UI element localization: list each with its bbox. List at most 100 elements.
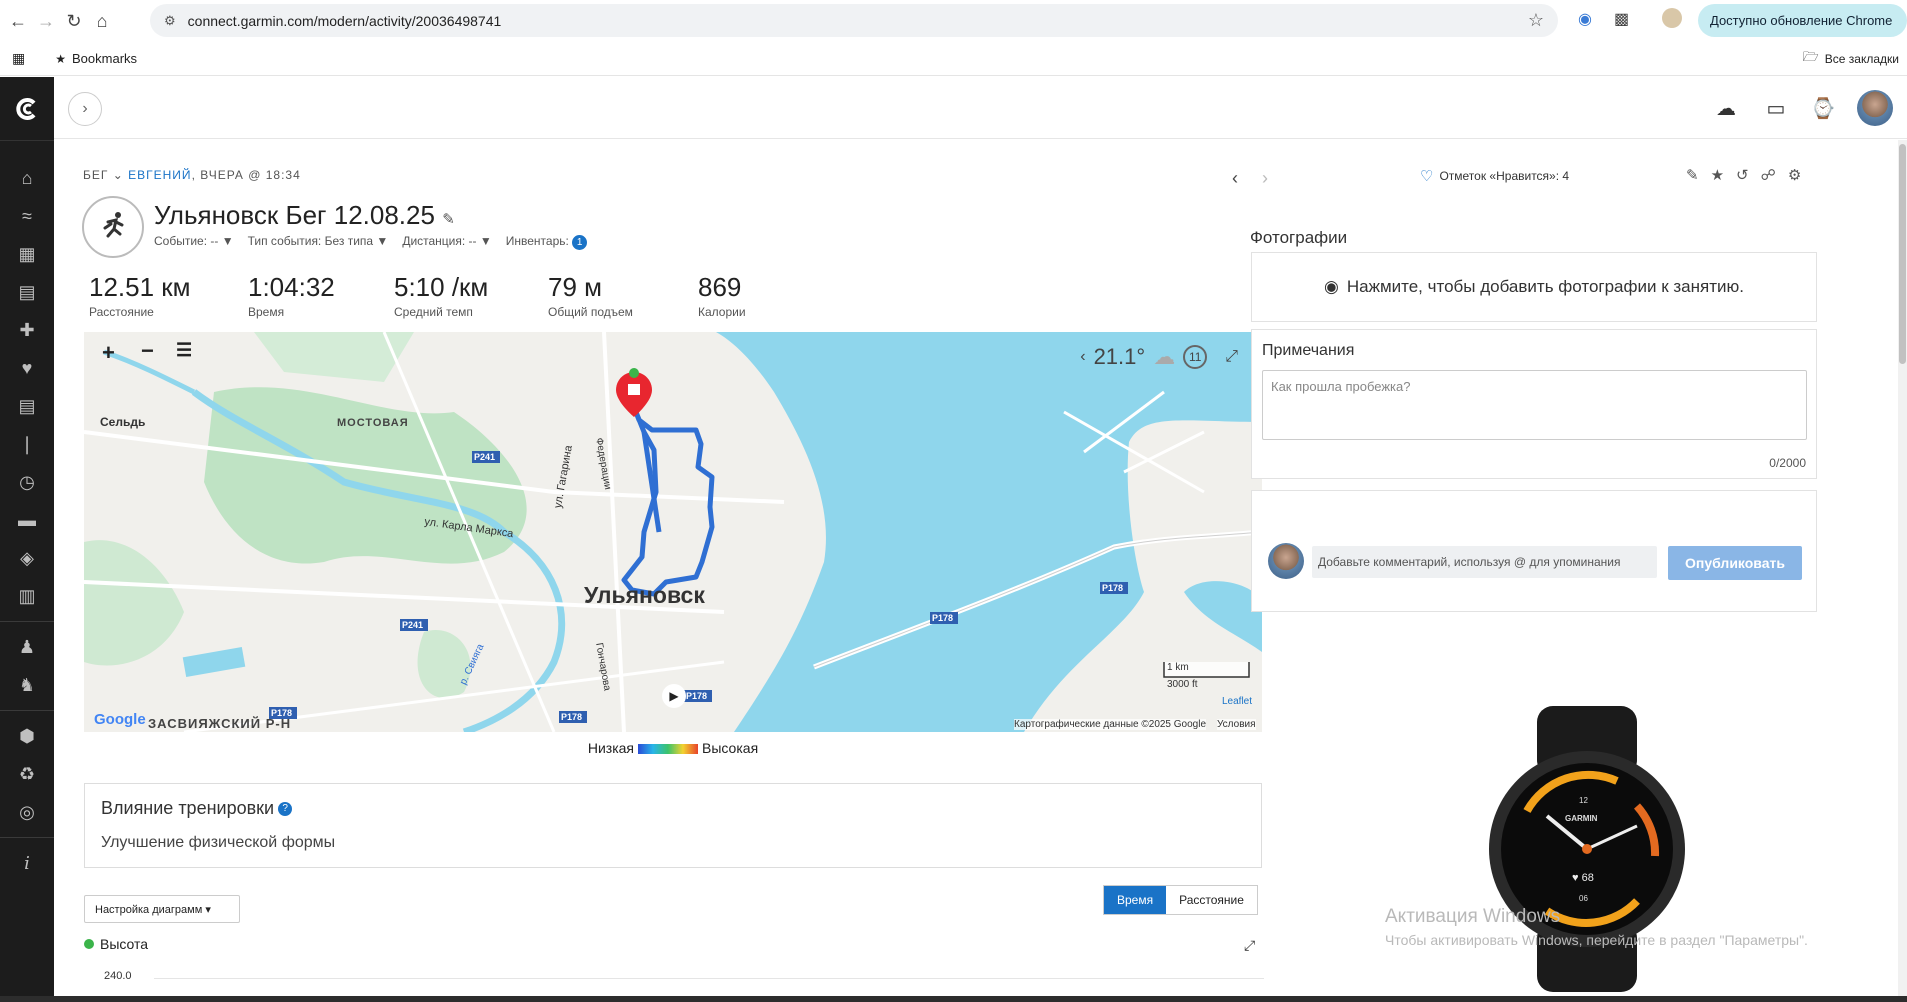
weather-widget[interactable]: ‹ 21.1° ☁ 11 ⤢ xyxy=(1080,342,1238,372)
settings-gear-icon[interactable]: ⚙ xyxy=(1788,166,1801,184)
breadcrumb: БЕГ ⌄ ЕВГЕНИЙ, ВЧЕРА @ 18:34 xyxy=(83,168,301,182)
garmin-connect-logo[interactable] xyxy=(0,77,54,141)
app-header: › ☁ ▭ ⌚ xyxy=(54,77,1907,139)
stat-label: Средний темп xyxy=(394,305,473,319)
help-icon[interactable]: ? xyxy=(278,802,293,817)
leaflet-link[interactable]: Leaflet xyxy=(1222,696,1252,707)
expand-chart-icon[interactable]: ⤢ xyxy=(1244,937,1255,954)
privacy-lock-icon[interactable]: ☍ xyxy=(1761,166,1776,184)
windows-activation-watermark: Активация Windows Чтобы активировать Win… xyxy=(1385,906,1808,948)
device-watch-icon[interactable]: ⌚ xyxy=(1810,95,1836,121)
insights-nav-icon[interactable]: ◈ xyxy=(0,539,54,577)
comment-avatar xyxy=(1268,543,1304,579)
edit-title-icon[interactable]: ✎ xyxy=(442,211,455,228)
activities-nav-icon[interactable]: ≈ xyxy=(0,197,54,235)
connections-nav-icon[interactable]: ♟ xyxy=(0,628,54,666)
zoom-out-button[interactable]: − xyxy=(141,338,154,364)
gear-shoe-nav-icon[interactable]: ▬ xyxy=(0,501,54,539)
legend-gradient xyxy=(638,744,698,755)
stat-value: 12.51 км xyxy=(89,272,191,302)
likes-counter[interactable]: ♡ Отметок «Нравится»: 4 xyxy=(1420,167,1569,185)
home-nav-icon[interactable]: ⌂ xyxy=(0,159,54,197)
stats-nav-icon[interactable]: ▤ xyxy=(0,387,54,425)
extensions-puzzle-icon[interactable]: ▩ xyxy=(1614,9,1629,29)
training-effect-panel: Влияние тренировки? Улучшение физической… xyxy=(84,783,1262,868)
comment-input[interactable]: Добавьте комментарий, используя @ для уп… xyxy=(1312,546,1657,578)
bookmark-star-icon[interactable]: ☆ xyxy=(1528,10,1544,31)
gear-label[interactable]: Инвентарь: 1 xyxy=(506,234,588,250)
gear-count-badge: 1 xyxy=(572,235,588,250)
site-info-icon[interactable]: ⚙ xyxy=(164,13,176,29)
zoom-in-button[interactable]: + xyxy=(102,340,115,366)
activity-type-crumb[interactable]: БЕГ xyxy=(83,168,108,182)
course-dropdown[interactable]: Дистанция: -- ▼ xyxy=(402,234,491,250)
address-bar[interactable]: ⚙ connect.garmin.com/modern/activity/200… xyxy=(150,4,1558,37)
back-icon[interactable]: ← xyxy=(4,7,32,35)
news-nav-icon[interactable]: ▤ xyxy=(0,273,54,311)
y-tick: 240.0 xyxy=(104,970,132,982)
map-attribution: Картографические данные ©2025 Google xyxy=(1014,719,1207,730)
share-icon[interactable]: ↺ xyxy=(1736,166,1749,184)
chrome-update-button[interactable]: Доступно обновление Chrome xyxy=(1698,4,1907,37)
prev-activity-icon[interactable]: ‹ xyxy=(1232,168,1238,189)
health-nav-icon[interactable]: ♥ xyxy=(0,349,54,387)
publish-button[interactable]: Опубликовать xyxy=(1668,546,1802,580)
stat-label: Общий подъем xyxy=(548,305,633,319)
activation-line2: Чтобы активировать Windows, перейдите в … xyxy=(1385,932,1808,948)
groups-nav-icon[interactable]: ♞ xyxy=(0,666,54,704)
stat-label: Калории xyxy=(698,305,746,319)
chart-settings-dropdown[interactable]: Настройка диаграмм ▾ xyxy=(84,895,240,923)
weather-collapse-icon[interactable]: ‹ xyxy=(1080,348,1085,366)
road-shield: P178 xyxy=(686,691,708,701)
browser-toolbar: ← → ↻ ⌂ ⚙ connect.garmin.com/modern/acti… xyxy=(0,0,1907,42)
fullscreen-icon[interactable]: ⤢ xyxy=(1225,348,1238,366)
home-icon[interactable]: ⌂ xyxy=(88,7,116,35)
extension-icon[interactable]: ◉ xyxy=(1578,9,1592,29)
all-bookmarks-link[interactable]: Все закладки xyxy=(1825,52,1899,66)
reload-icon[interactable]: ↻ xyxy=(60,7,88,35)
profile-icon[interactable] xyxy=(1662,8,1682,28)
timer-nav-icon[interactable]: ◷ xyxy=(0,463,54,501)
reports-nav-icon[interactable]: ▥ xyxy=(0,577,54,615)
city-label: Ульяновск xyxy=(584,582,705,608)
calendar-nav-icon[interactable]: ▦ xyxy=(0,235,54,273)
add-photos-button[interactable]: ◉ Нажмите, чтобы добавить фотографии к за… xyxy=(1251,252,1817,322)
info-nav-icon[interactable]: i xyxy=(0,844,54,882)
next-activity-icon[interactable]: › xyxy=(1262,168,1268,189)
terms-link[interactable]: Условия xyxy=(1217,719,1256,730)
stat-elevation: 79 м Общий подъем xyxy=(548,272,698,319)
upload-cloud-icon[interactable]: ☁ xyxy=(1713,95,1739,121)
favorite-star-icon[interactable]: ★ xyxy=(1711,166,1724,184)
scrollbar-thumb[interactable] xyxy=(1899,144,1906,364)
notes-textarea[interactable]: Как прошла пробежка? xyxy=(1262,370,1807,440)
stat-label: Время xyxy=(248,305,285,319)
performance-nav-icon[interactable]: ❘ xyxy=(0,425,54,463)
tab-distance[interactable]: Расстояние xyxy=(1166,886,1257,914)
edit-icon[interactable]: ✎ xyxy=(1686,166,1699,184)
training-nav-icon[interactable]: ✚ xyxy=(0,311,54,349)
play-route-button[interactable]: ▶ xyxy=(662,684,686,708)
tab-time[interactable]: Время xyxy=(1104,886,1167,914)
user-avatar[interactable] xyxy=(1857,90,1893,126)
event-dropdown[interactable]: Событие: -- ▼ xyxy=(154,234,234,250)
stat-calories: 869 Калории xyxy=(698,272,818,319)
map-label: МОСТОВАЯ xyxy=(337,417,409,429)
forward-icon[interactable]: → xyxy=(32,7,60,35)
event-type-dropdown[interactable]: Тип события: Без типа ▼ xyxy=(248,234,389,250)
goals-target-icon[interactable]: ◎ xyxy=(0,793,54,831)
layers-icon[interactable]: ☰ xyxy=(176,340,192,361)
watch-promo-image: GARMIN 12 06 ♥ 68 xyxy=(1487,706,1687,992)
badges-nav-icon[interactable]: ⬢ xyxy=(0,717,54,755)
page-scrollbar[interactable] xyxy=(1898,140,1907,1002)
road-shield: P241 xyxy=(474,452,496,462)
challenges-trophy-icon[interactable]: ♻ xyxy=(0,755,54,793)
inbox-icon[interactable]: ▭ xyxy=(1763,95,1789,121)
road-shield: P241 xyxy=(402,620,424,630)
stat-value: 1:04:32 xyxy=(248,272,335,302)
bookmarks-label[interactable]: Bookmarks xyxy=(72,51,137,66)
user-crumb[interactable]: ЕВГЕНИЙ xyxy=(128,168,191,182)
weather-temp: 21.1° xyxy=(1093,344,1146,369)
expand-sidebar-button[interactable]: › xyxy=(68,92,102,126)
apps-grid-icon[interactable]: ▦ xyxy=(12,50,25,67)
route-map[interactable]: Сельдь МОСТОВАЯ ул. Карла Маркса ул. Гаг… xyxy=(84,332,1262,732)
